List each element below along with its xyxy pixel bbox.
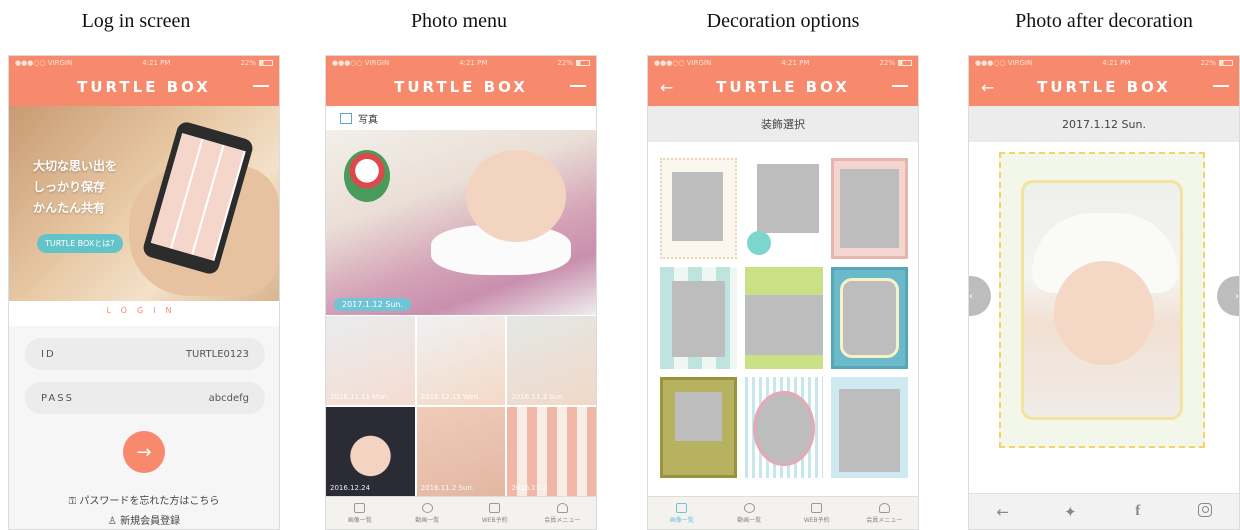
decorated-photo [1021, 180, 1183, 420]
photo-menu-screen: ●●●○○ VIRGIN 4:21 PM 22% TURTLE BOX 写真 20… [325, 55, 597, 530]
share-bar: ← ✦ f [969, 493, 1239, 529]
frame-option[interactable] [745, 267, 823, 369]
decoration-frame [999, 152, 1205, 448]
frame-option[interactable] [830, 267, 908, 369]
photo-date-badge: 2017.1.12 Sun. [334, 298, 412, 311]
toy-image [344, 150, 390, 202]
instagram-icon[interactable] [1192, 502, 1218, 521]
back-arrow-icon[interactable]: ← [990, 503, 1016, 521]
menu-icon[interactable] [253, 80, 269, 92]
carrier-label: ●●●○○ VIRGIN [15, 59, 73, 67]
app-title: TURTLE BOX [77, 78, 211, 96]
tab-image-list[interactable]: 画像一覧 [648, 497, 716, 529]
frame-option[interactable] [745, 158, 823, 260]
user-icon [878, 502, 890, 513]
id-field[interactable]: ID TURTLE0123 [25, 338, 265, 370]
frame-grid [660, 158, 908, 478]
caption-decoration: Decoration options [706, 10, 860, 32]
login-heading: LOGIN [106, 306, 182, 315]
tab-web-booking[interactable]: WEB予約 [461, 497, 529, 529]
hero-tagline: 大切な思い出を しっかり保存 かんたん共有 [33, 159, 118, 215]
photo-thumbnail[interactable]: 2016.11.2 [507, 407, 596, 496]
hero-banner: 大切な思い出を しっかり保存 かんたん共有 TURTLE BOXとは? [9, 106, 279, 301]
bottom-tab-bar: 画像一覧 動画一覧 WEB予約 会員メニュー [648, 496, 918, 529]
menu-icon[interactable] [1213, 80, 1229, 92]
battery-indicator: 22% [240, 59, 273, 67]
app-header: ●●●○○ VIRGIN 4:21 PM 22% TURTLE BOX [9, 56, 279, 106]
caption-login: Log in screen [81, 10, 191, 32]
frame-option[interactable] [745, 376, 823, 478]
arrow-right-icon: → [136, 441, 152, 463]
frame-option[interactable] [660, 267, 738, 369]
login-screen: ●●●○○ VIRGIN 4:21 PM 22% TURTLE BOX 大切な思… [8, 55, 280, 530]
baby-image [466, 150, 566, 242]
about-button[interactable]: TURTLE BOXとは? [37, 234, 123, 253]
decorated-photo-screen: ●●●○○ VIRGIN 4:21 PM 22% ← TURTLE BOX 201… [968, 55, 1240, 530]
app-header: ●●●○○ VIRGIN 4:21 PM 22% ← TURTLE BOX [648, 56, 918, 106]
play-icon [421, 502, 433, 513]
image-icon [676, 502, 688, 513]
lock-icon: ⚿ [68, 496, 77, 507]
status-bar: ●●●○○ VIRGIN 4:21 PM 22% [326, 56, 596, 70]
user-icon [556, 502, 568, 513]
photo-thumbnail[interactable]: 2016.12.15 Wed. [416, 316, 506, 405]
photo-thumbnail[interactable]: 2016.12.24 [326, 407, 415, 496]
frame-option[interactable] [830, 158, 908, 260]
bottom-tab-bar: 画像一覧 動画一覧 WEB予約 会員メニュー [326, 496, 596, 529]
photo-album-icon [340, 112, 352, 124]
app-title: TURTLE BOX [716, 78, 850, 96]
frame-option[interactable] [660, 158, 738, 260]
forgot-password-link[interactable]: ⚿ パスワードを忘れた方はこちら [9, 492, 279, 507]
status-bar: ●●●○○ VIRGIN 4:21 PM 22% [648, 56, 918, 70]
login-submit-button[interactable]: → [123, 431, 165, 473]
frame-option[interactable] [830, 376, 908, 478]
menu-icon[interactable] [892, 80, 908, 92]
photo-thumbnail[interactable]: 2016.11.2 Sun. [416, 407, 506, 496]
status-bar: ●●●○○ VIRGIN 4:21 PM 22% [969, 56, 1239, 70]
tab-image-list[interactable]: 画像一覧 [326, 497, 394, 529]
login-form: ID TURTLE0123 PASS abcdefg → ⚿ パスワードを忘れた… [9, 326, 279, 529]
chevron-left-icon: ‹ [969, 290, 973, 302]
tab-member-menu[interactable]: 会員メニュー [529, 497, 597, 529]
tab-web-booking[interactable]: WEB予約 [783, 497, 851, 529]
photo-thumbnail[interactable]: 2016.11.11 Mon. [326, 316, 415, 405]
password-field[interactable]: PASS abcdefg [25, 382, 265, 414]
time-label: 4:21 PM [142, 59, 171, 67]
play-icon [743, 502, 755, 513]
photo-grid: 2016.11.11 Mon. 2016.12.15 Wed. 2016.11.… [326, 316, 596, 496]
caption-after: Photo after decoration [1015, 10, 1193, 32]
register-link[interactable]: ♙ 新規会員登録 [9, 512, 279, 527]
user-icon: ♙ [107, 516, 117, 527]
photo-thumbnail[interactable]: 2016.11.3 Sun. [507, 316, 596, 405]
featured-photo[interactable]: 2017.1.12 Sun. [326, 130, 596, 315]
chevron-right-icon: › [1235, 290, 1239, 302]
calendar-icon [811, 502, 823, 513]
app-title: TURTLE BOX [394, 78, 528, 96]
tab-video-list[interactable]: 動画一覧 [716, 497, 784, 529]
image-icon [354, 502, 366, 513]
facebook-icon[interactable]: f [1125, 503, 1151, 520]
status-bar: ●●●○○ VIRGIN 4:21 PM 22% [9, 56, 279, 70]
baby-image [1054, 261, 1154, 365]
album-header: 写真 [326, 106, 596, 130]
twitter-icon[interactable]: ✦ [1057, 503, 1083, 521]
decoration-screen: ●●●○○ VIRGIN 4:21 PM 22% ← TURTLE BOX 装飾選… [647, 55, 919, 530]
section-heading: 装飾選択 [648, 106, 918, 142]
menu-icon[interactable] [570, 80, 586, 92]
app-title: TURTLE BOX [1037, 78, 1171, 96]
decorated-photo-area [969, 142, 1239, 492]
tab-member-menu[interactable]: 会員メニュー [851, 497, 919, 529]
photo-date-heading: 2017.1.12 Sun. [969, 106, 1239, 142]
app-header: ●●●○○ VIRGIN 4:21 PM 22% ← TURTLE BOX [969, 56, 1239, 106]
caption-photo-menu: Photo menu [410, 10, 508, 32]
tab-video-list[interactable]: 動画一覧 [394, 497, 462, 529]
frame-option[interactable] [660, 376, 738, 478]
calendar-icon [489, 502, 501, 513]
app-header: ●●●○○ VIRGIN 4:21 PM 22% TURTLE BOX [326, 56, 596, 106]
